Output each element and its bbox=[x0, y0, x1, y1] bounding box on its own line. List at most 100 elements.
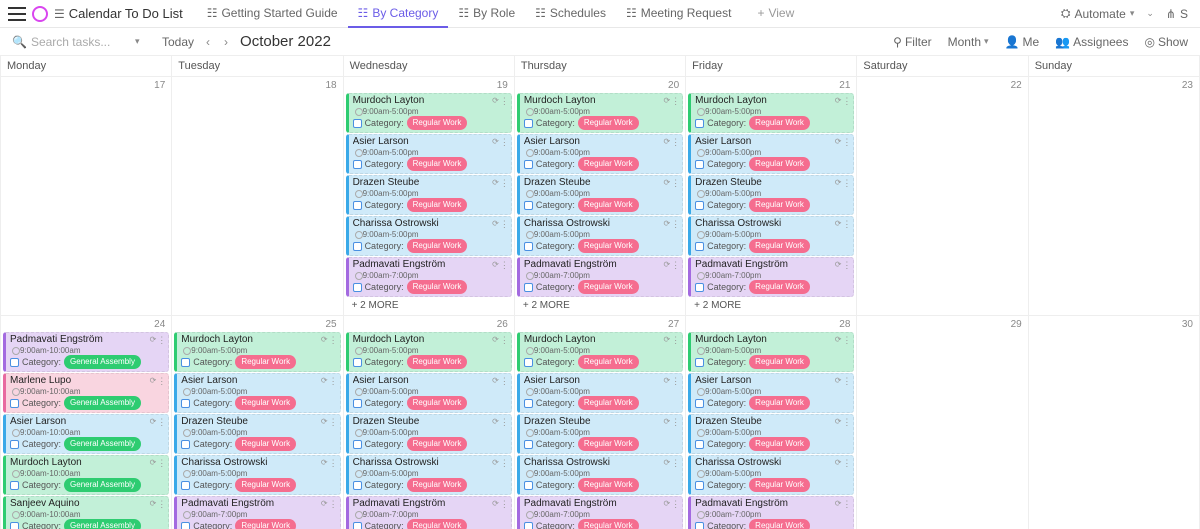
drag-handle-icon[interactable]: ⋮ bbox=[157, 458, 166, 469]
month-view-select[interactable]: Month▾ bbox=[948, 35, 989, 49]
calendar-event[interactable]: Padmavati Engström9:00am-7:00pmCategory:… bbox=[517, 257, 683, 297]
drag-handle-icon[interactable]: ⋮ bbox=[157, 335, 166, 346]
more-events-link[interactable]: + 2 MORE bbox=[517, 298, 683, 313]
logo-icon[interactable] bbox=[32, 6, 48, 22]
calendar-event[interactable]: Murdoch Layton9:00am-5:00pmCategory:Regu… bbox=[174, 332, 340, 372]
calendar-event[interactable]: Sanjeev Aquino9:00am-10:00amCategory:Gen… bbox=[3, 496, 169, 529]
view-tab[interactable]: ☷Getting Started Guide bbox=[197, 0, 348, 28]
add-view-button[interactable]: + View bbox=[747, 0, 804, 28]
drag-handle-icon[interactable]: ⋮ bbox=[329, 335, 338, 346]
drag-handle-icon[interactable]: ⋮ bbox=[500, 137, 509, 148]
drag-handle-icon[interactable]: ⋮ bbox=[500, 96, 509, 107]
assignees-filter[interactable]: 👥Assignees bbox=[1055, 35, 1128, 49]
drag-handle-icon[interactable]: ⋮ bbox=[500, 417, 509, 428]
view-tab[interactable]: ☷By Role bbox=[448, 0, 525, 28]
drag-handle-icon[interactable]: ⋮ bbox=[671, 137, 680, 148]
calendar-event[interactable]: Padmavati Engström9:00am-7:00pmCategory:… bbox=[688, 496, 854, 529]
calendar-event[interactable]: Charissa Ostrowski9:00am-5:00pmCategory:… bbox=[346, 216, 512, 256]
calendar-event[interactable]: Asier Larson9:00am-5:00pmCategory:Regula… bbox=[517, 373, 683, 413]
calendar-event[interactable]: Drazen Steube9:00am-5:00pmCategory:Regul… bbox=[346, 175, 512, 215]
day-cell[interactable]: 21Murdoch Layton9:00am-5:00pmCategory:Re… bbox=[686, 77, 857, 315]
drag-handle-icon[interactable]: ⋮ bbox=[500, 178, 509, 189]
menu-icon[interactable] bbox=[8, 7, 26, 21]
drag-handle-icon[interactable]: ⋮ bbox=[842, 219, 851, 230]
drag-handle-icon[interactable]: ⋮ bbox=[329, 499, 338, 510]
calendar-event[interactable]: Asier Larson9:00am-5:00pmCategory:Regula… bbox=[346, 373, 512, 413]
drag-handle-icon[interactable]: ⋮ bbox=[842, 178, 851, 189]
calendar-event[interactable]: Asier Larson9:00am-10:00amCategory:Gener… bbox=[3, 414, 169, 454]
day-cell[interactable]: 18 bbox=[172, 77, 343, 315]
search-input[interactable] bbox=[31, 35, 131, 49]
calendar-event[interactable]: Asier Larson9:00am-5:00pmCategory:Regula… bbox=[688, 373, 854, 413]
drag-handle-icon[interactable]: ⋮ bbox=[671, 260, 680, 271]
drag-handle-icon[interactable]: ⋮ bbox=[671, 376, 680, 387]
calendar-event[interactable]: Drazen Steube9:00am-5:00pmCategory:Regul… bbox=[346, 414, 512, 454]
drag-handle-icon[interactable]: ⋮ bbox=[671, 499, 680, 510]
drag-handle-icon[interactable]: ⋮ bbox=[842, 96, 851, 107]
view-tab[interactable]: ☷By Category bbox=[348, 0, 449, 28]
calendar-event[interactable]: Padmavati Engström9:00am-7:00pmCategory:… bbox=[688, 257, 854, 297]
prev-arrow-icon[interactable]: ‹ bbox=[204, 35, 212, 49]
calendar-event[interactable]: Murdoch Layton9:00am-5:00pmCategory:Regu… bbox=[517, 93, 683, 133]
automate-button[interactable]: ⛭ Automate ▾ bbox=[1057, 4, 1139, 23]
day-cell[interactable]: 24Padmavati Engström9:00am-10:00amCatego… bbox=[1, 316, 172, 529]
calendar-event[interactable]: Asier Larson9:00am-5:00pmCategory:Regula… bbox=[346, 134, 512, 174]
show-button[interactable]: ◎Show bbox=[1144, 35, 1188, 49]
drag-handle-icon[interactable]: ⋮ bbox=[671, 178, 680, 189]
calendar-event[interactable]: Drazen Steube9:00am-5:00pmCategory:Regul… bbox=[688, 175, 854, 215]
drag-handle-icon[interactable]: ⋮ bbox=[842, 376, 851, 387]
calendar-event[interactable]: Drazen Steube9:00am-5:00pmCategory:Regul… bbox=[517, 414, 683, 454]
calendar-event[interactable]: Drazen Steube9:00am-5:00pmCategory:Regul… bbox=[517, 175, 683, 215]
day-cell[interactable]: 29 bbox=[857, 316, 1028, 529]
drag-handle-icon[interactable]: ⋮ bbox=[842, 417, 851, 428]
drag-handle-icon[interactable]: ⋮ bbox=[500, 376, 509, 387]
chevron-down-icon[interactable]: ⌄ bbox=[1146, 8, 1154, 19]
drag-handle-icon[interactable]: ⋮ bbox=[157, 376, 166, 387]
filter-button[interactable]: ⚲Filter bbox=[893, 35, 931, 49]
drag-handle-icon[interactable]: ⋮ bbox=[329, 417, 338, 428]
day-cell[interactable]: 27Murdoch Layton9:00am-5:00pmCategory:Re… bbox=[515, 316, 686, 529]
drag-handle-icon[interactable]: ⋮ bbox=[329, 458, 338, 469]
calendar-event[interactable]: Drazen Steube9:00am-5:00pmCategory:Regul… bbox=[688, 414, 854, 454]
more-events-link[interactable]: + 2 MORE bbox=[688, 298, 854, 313]
drag-handle-icon[interactable]: ⋮ bbox=[842, 499, 851, 510]
drag-handle-icon[interactable]: ⋮ bbox=[500, 260, 509, 271]
me-filter[interactable]: 👤Me bbox=[1005, 35, 1040, 49]
drag-handle-icon[interactable]: ⋮ bbox=[671, 219, 680, 230]
drag-handle-icon[interactable]: ⋮ bbox=[842, 260, 851, 271]
calendar-event[interactable]: Asier Larson9:00am-5:00pmCategory:Regula… bbox=[174, 373, 340, 413]
day-cell[interactable]: 20Murdoch Layton9:00am-5:00pmCategory:Re… bbox=[515, 77, 686, 315]
calendar-event[interactable]: Charissa Ostrowski9:00am-5:00pmCategory:… bbox=[688, 455, 854, 495]
day-cell[interactable]: 30 bbox=[1029, 316, 1200, 529]
drag-handle-icon[interactable]: ⋮ bbox=[500, 335, 509, 346]
share-button[interactable]: ⋔ S bbox=[1162, 5, 1192, 23]
view-tab[interactable]: ☷Meeting Request bbox=[616, 0, 742, 28]
more-events-link[interactable]: + 2 MORE bbox=[346, 298, 512, 313]
calendar-event[interactable]: Murdoch Layton9:00am-5:00pmCategory:Regu… bbox=[346, 332, 512, 372]
drag-handle-icon[interactable]: ⋮ bbox=[157, 499, 166, 510]
calendar-event[interactable]: Murdoch Layton9:00am-5:00pmCategory:Regu… bbox=[688, 93, 854, 133]
calendar-event[interactable]: Asier Larson9:00am-5:00pmCategory:Regula… bbox=[688, 134, 854, 174]
calendar-event[interactable]: Charissa Ostrowski9:00am-5:00pmCategory:… bbox=[174, 455, 340, 495]
day-cell[interactable]: 22 bbox=[857, 77, 1028, 315]
drag-handle-icon[interactable]: ⋮ bbox=[842, 335, 851, 346]
drag-handle-icon[interactable]: ⋮ bbox=[500, 219, 509, 230]
drag-handle-icon[interactable]: ⋮ bbox=[157, 417, 166, 428]
calendar-event[interactable]: Padmavati Engström9:00am-7:00pmCategory:… bbox=[517, 496, 683, 529]
day-cell[interactable]: 26Murdoch Layton9:00am-5:00pmCategory:Re… bbox=[344, 316, 515, 529]
calendar-event[interactable]: Charissa Ostrowski9:00am-5:00pmCategory:… bbox=[346, 455, 512, 495]
day-cell[interactable]: 25Murdoch Layton9:00am-5:00pmCategory:Re… bbox=[172, 316, 343, 529]
view-tab[interactable]: ☷Schedules bbox=[525, 0, 616, 28]
drag-handle-icon[interactable]: ⋮ bbox=[671, 417, 680, 428]
calendar-event[interactable]: Charissa Ostrowski9:00am-5:00pmCategory:… bbox=[688, 216, 854, 256]
calendar-event[interactable]: Charissa Ostrowski9:00am-5:00pmCategory:… bbox=[517, 455, 683, 495]
drag-handle-icon[interactable]: ⋮ bbox=[329, 376, 338, 387]
chevron-down-icon[interactable]: ▾ bbox=[135, 36, 140, 47]
calendar-event[interactable]: Murdoch Layton9:00am-5:00pmCategory:Regu… bbox=[688, 332, 854, 372]
calendar-event[interactable]: Murdoch Layton9:00am-5:00pmCategory:Regu… bbox=[346, 93, 512, 133]
calendar-event[interactable]: Charissa Ostrowski9:00am-5:00pmCategory:… bbox=[517, 216, 683, 256]
drag-handle-icon[interactable]: ⋮ bbox=[842, 137, 851, 148]
drag-handle-icon[interactable]: ⋮ bbox=[671, 335, 680, 346]
day-cell[interactable]: 17 bbox=[1, 77, 172, 315]
drag-handle-icon[interactable]: ⋮ bbox=[842, 458, 851, 469]
